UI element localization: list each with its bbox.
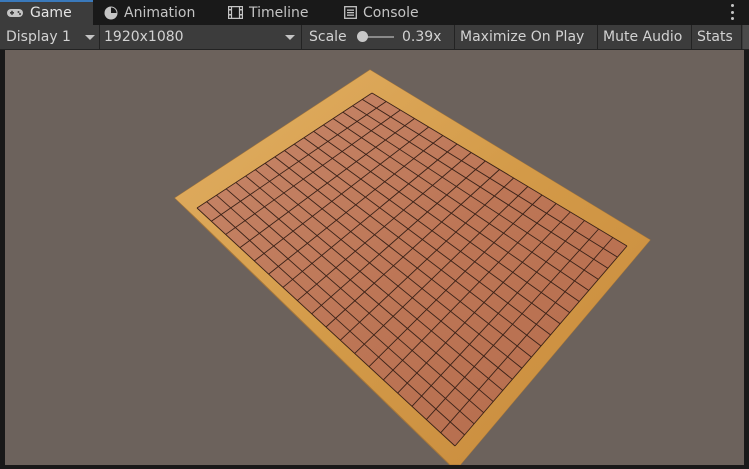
console-icon: [344, 6, 357, 19]
game-viewport[interactable]: [5, 50, 744, 465]
scale-value-text: 0.39x: [402, 29, 442, 45]
tab-timeline[interactable]: Timeline: [222, 0, 332, 25]
stats-button[interactable]: Stats: [697, 25, 741, 49]
right-border: [744, 50, 749, 469]
maximize-on-play-label: Maximize On Play: [460, 29, 585, 45]
maximize-on-play-button[interactable]: Maximize On Play: [460, 25, 596, 49]
tab-console[interactable]: Console: [338, 0, 438, 25]
display-dropdown-value: Display 1: [6, 29, 71, 45]
mute-audio-button[interactable]: Mute Audio: [603, 25, 691, 49]
gizmos-button-partial[interactable]: [743, 25, 749, 49]
animation-icon: [104, 6, 118, 20]
tab-timeline-label: Timeline: [249, 4, 309, 21]
display-chevron-down-icon: [85, 35, 95, 40]
bottom-border: [0, 465, 749, 469]
tab-game-label: Game: [30, 4, 72, 21]
resolution-chevron-down-icon: [285, 35, 295, 40]
resolution-dropdown[interactable]: 1920x1080: [104, 25, 300, 49]
tab-animation-label: Animation: [124, 4, 196, 21]
stats-label: Stats: [697, 29, 733, 45]
filmstrip-icon: [228, 6, 243, 19]
tab-console-label: Console: [363, 4, 419, 21]
resolution-dropdown-value: 1920x1080: [104, 29, 184, 45]
scale-label-text: Scale: [309, 29, 347, 45]
scale-label: Scale: [309, 25, 353, 49]
mute-audio-label: Mute Audio: [603, 29, 683, 45]
more-options-icon[interactable]: [731, 4, 735, 20]
gamepad-icon: [6, 7, 24, 19]
tab-animation[interactable]: Animation: [98, 0, 220, 25]
tab-game[interactable]: Game: [0, 0, 93, 25]
scale-value: 0.39x: [402, 25, 450, 49]
board-scene: [174, 69, 651, 465]
scale-slider-handle[interactable]: [357, 31, 368, 42]
editor-tab-bar: Game Animation Timeline Console: [0, 0, 749, 25]
